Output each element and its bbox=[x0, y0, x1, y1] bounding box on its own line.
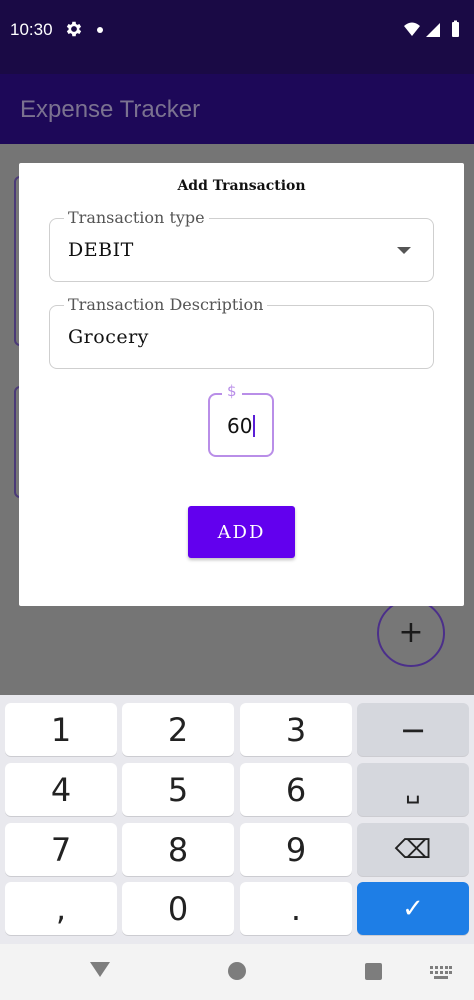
transaction-type-value: DEBIT bbox=[68, 239, 134, 261]
amount-text: 60 bbox=[227, 414, 253, 438]
key-5[interactable]: 5 bbox=[122, 763, 234, 816]
transaction-description-field[interactable]: Transaction Description Grocery bbox=[49, 295, 434, 369]
key-3[interactable]: 3 bbox=[240, 703, 352, 756]
add-button[interactable]: ADD bbox=[188, 506, 295, 558]
key-4[interactable]: 4 bbox=[5, 763, 117, 816]
transaction-type-dropdown[interactable]: Transaction type DEBIT bbox=[49, 208, 434, 282]
battery-icon bbox=[452, 22, 459, 37]
gear-icon bbox=[66, 21, 82, 37]
numeric-keyboard: 1 2 3 − 4 5 6 ␣ 7 8 9 ⌫ , 0 . ✓ bbox=[0, 695, 474, 944]
status-time: 10:30 bbox=[10, 20, 53, 39]
done-key[interactable]: ✓ bbox=[357, 882, 469, 935]
key-1[interactable]: 1 bbox=[5, 703, 117, 756]
amount-value: 60 bbox=[227, 414, 256, 438]
transaction-description-label: Transaction Description bbox=[64, 295, 268, 314]
dropdown-arrow-icon bbox=[397, 247, 411, 254]
add-transaction-dialog: Add Transaction Transaction type DEBIT T… bbox=[19, 163, 464, 606]
text-caret bbox=[253, 415, 256, 437]
system-status-icons bbox=[404, 20, 459, 37]
key-period[interactable]: . bbox=[240, 882, 352, 935]
amount-field[interactable]: $ 60 bbox=[208, 382, 274, 457]
transaction-description-value: Grocery bbox=[68, 326, 149, 348]
amount-prefix: $ bbox=[222, 382, 242, 400]
key-8[interactable]: 8 bbox=[122, 823, 234, 876]
key-2[interactable]: 2 bbox=[122, 703, 234, 756]
add-transaction-fab[interactable]: + bbox=[377, 599, 445, 667]
app-title: Expense Tracker bbox=[20, 96, 201, 123]
navigation-bar bbox=[0, 944, 474, 1000]
key-comma[interactable]: , bbox=[5, 882, 117, 935]
key-space[interactable]: ␣ bbox=[357, 763, 469, 816]
keyboard-switch-icon[interactable] bbox=[430, 966, 452, 980]
key-7[interactable]: 7 bbox=[5, 823, 117, 876]
dialog-title: Add Transaction bbox=[177, 178, 306, 194]
key-9[interactable]: 9 bbox=[240, 823, 352, 876]
wifi-icon bbox=[404, 22, 420, 36]
plus-icon: + bbox=[398, 615, 424, 650]
transaction-type-label: Transaction type bbox=[64, 208, 209, 227]
signal-icon bbox=[426, 23, 440, 37]
recent-apps-icon[interactable] bbox=[365, 963, 382, 980]
home-icon[interactable] bbox=[228, 962, 246, 980]
key-6[interactable]: 6 bbox=[240, 763, 352, 816]
back-icon[interactable] bbox=[90, 962, 110, 977]
key-0[interactable]: 0 bbox=[122, 882, 234, 935]
backspace-key[interactable]: ⌫ bbox=[357, 823, 469, 876]
dot-icon bbox=[97, 27, 103, 33]
status-bar: 10:30 bbox=[0, 0, 474, 74]
key-minus[interactable]: − bbox=[357, 703, 469, 756]
app-bar: Expense Tracker bbox=[0, 74, 474, 144]
